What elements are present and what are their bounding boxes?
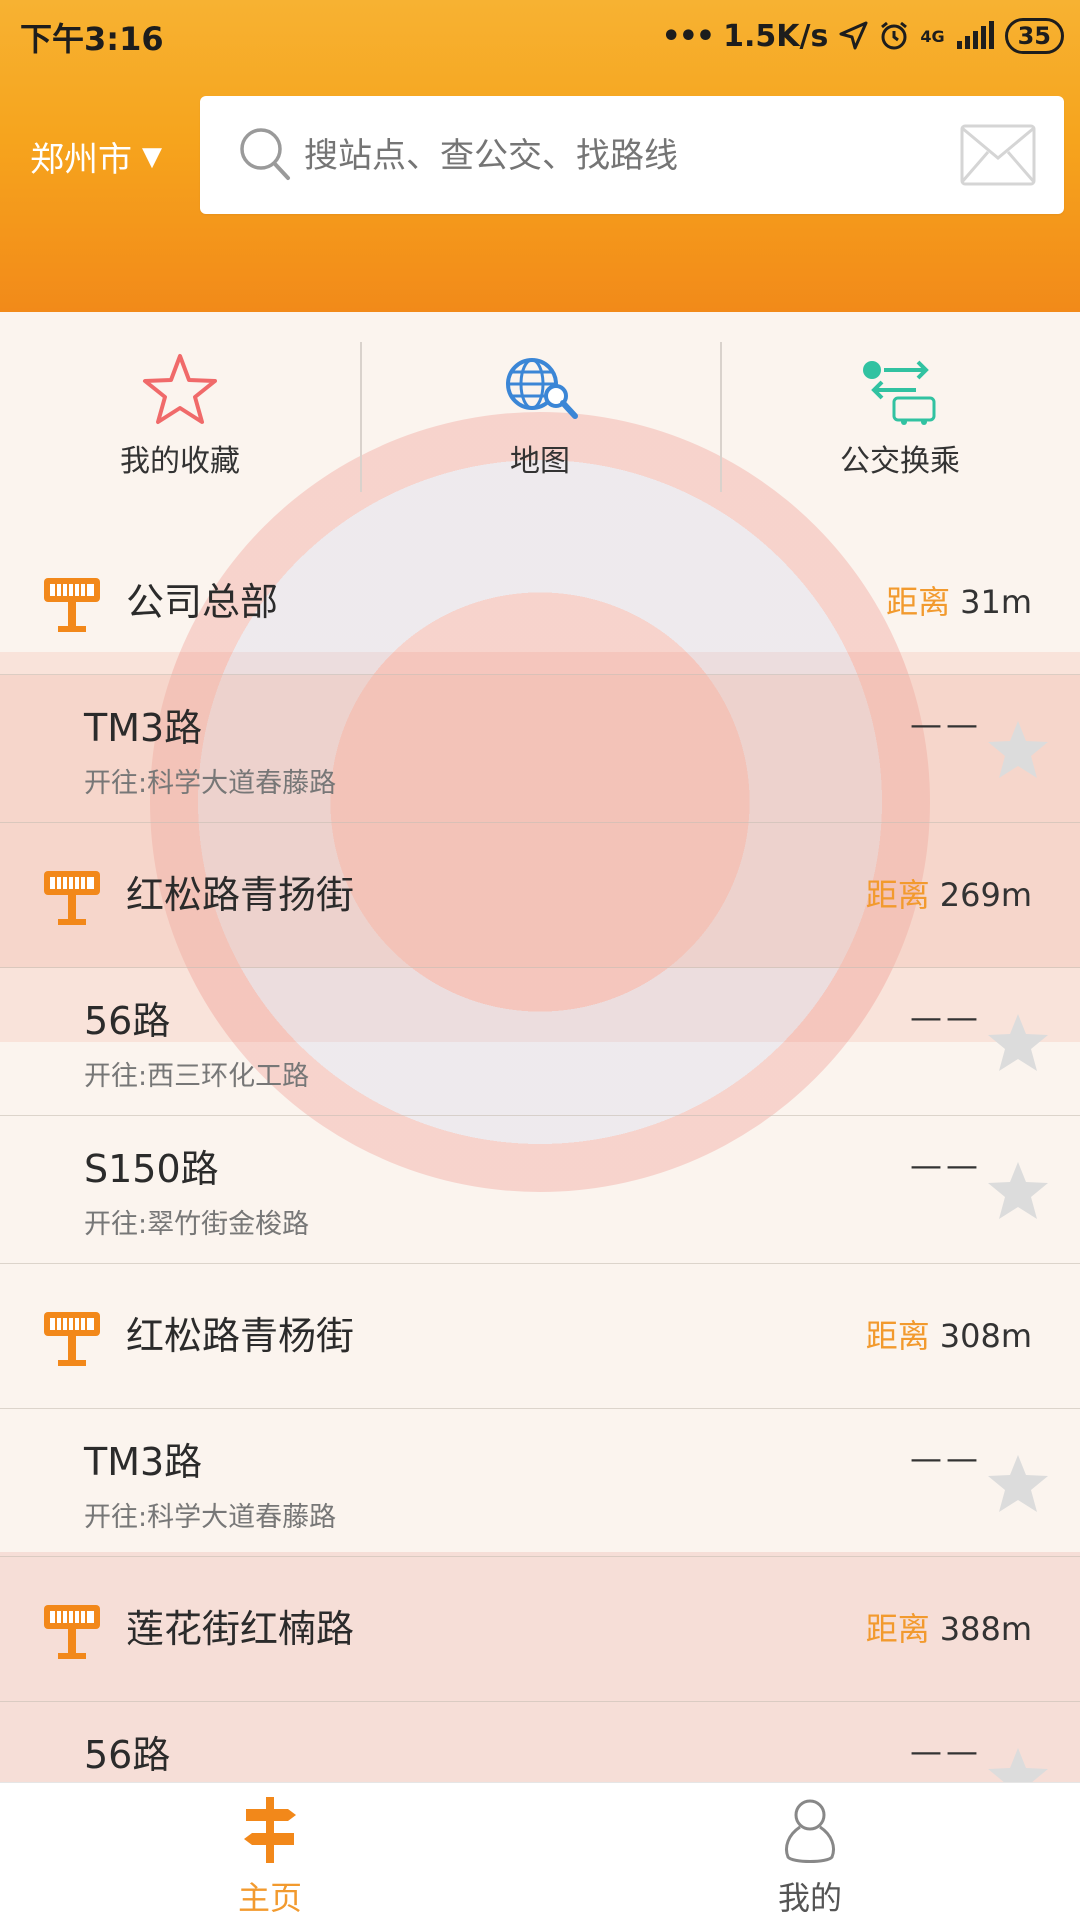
status-time: 下午3:16: [20, 20, 164, 58]
globe-search-icon: [506, 358, 578, 419]
route-name: S150路: [84, 1147, 219, 1191]
quick-transfer[interactable]: 公交换乘: [720, 312, 1080, 522]
route-row[interactable]: 56路 开往:西三环化工路 ——: [0, 968, 1080, 1116]
mail-icon[interactable]: [960, 124, 1036, 186]
nav-home[interactable]: 主页: [0, 1783, 540, 1921]
search-input[interactable]: [302, 96, 866, 216]
route-name: TM3路: [84, 706, 203, 750]
status-icons: ••• 1.5K/s 4G 35: [662, 14, 1064, 58]
route-row[interactable]: TM3路 开往:科学大道春藤路 ——: [0, 675, 1080, 823]
bus-stop-icon: [44, 871, 100, 925]
stop-name: 红松路青扬街: [126, 873, 355, 917]
stop-row[interactable]: 红松路青杨街 距离 308m: [0, 1264, 1080, 1409]
route-row[interactable]: TM3路 开往:科学大道春藤路 ——: [0, 1409, 1080, 1557]
quick-label: 地图: [510, 444, 570, 479]
arrival-time: ——: [910, 705, 982, 743]
route-name: TM3路: [84, 1440, 203, 1484]
distance-label: 距离: [865, 1610, 930, 1648]
location-arrow-icon: [839, 21, 868, 50]
signpost-icon: [244, 1797, 296, 1863]
status-bar: 下午3:16 ••• 1.5K/s 4G 35: [0, 0, 1080, 72]
city-label: 郑州市: [30, 140, 132, 180]
stop-name: 莲花街红楠路: [126, 1607, 355, 1651]
star-icon: [143, 354, 217, 424]
distance-value: 269m: [939, 876, 1032, 914]
bus-stop-icon: [44, 578, 100, 632]
quick-label: 我的收藏: [120, 444, 240, 479]
route-destination: 开往:西三环化工路: [84, 1054, 309, 1093]
caret-down-icon: ▼: [142, 141, 162, 172]
city-selector[interactable]: 郑州市 ▼: [30, 132, 162, 181]
destination-prefix: 开往:: [84, 1061, 148, 1092]
distance-value: 388m: [939, 1610, 1032, 1648]
destination-name: 西三环化工路: [147, 1061, 310, 1092]
app-header: 下午3:16 ••• 1.5K/s 4G 35 郑州市 ▼: [0, 0, 1080, 312]
destination-name: 科学大道春藤路: [147, 768, 337, 799]
destination-prefix: 开往:: [84, 768, 148, 799]
distance-label: 距离: [865, 876, 930, 914]
quick-actions: 我的收藏 地图 公交换乘: [0, 312, 1080, 522]
arrival-time: ——: [910, 1146, 982, 1184]
quick-label: 公交换乘: [840, 444, 960, 479]
nearby-stops-list: 公司总部 距离 31m TM3路 开往:科学大道春藤路 —— 红松路青扬街 距离 2…: [0, 530, 1080, 1850]
favorite-star-icon[interactable]: [986, 1453, 1050, 1515]
route-destination: 开往:科学大道春藤路: [84, 1495, 336, 1534]
bottom-nav: 主页 我的: [0, 1782, 1080, 1921]
route-name: 56路: [84, 999, 171, 1043]
nav-label: 主页: [237, 1879, 302, 1917]
arrival-time: ——: [910, 1439, 982, 1477]
stop-row[interactable]: 红松路青扬街 距离 269m: [0, 823, 1080, 968]
stop-distance: 距离 269m: [866, 823, 1032, 967]
distance-value: 308m: [939, 1317, 1032, 1355]
nav-label: 我的: [777, 1879, 842, 1917]
destination-prefix: 开往:: [84, 1209, 148, 1240]
favorite-star-icon[interactable]: [986, 719, 1050, 781]
bus-transfer-icon: [863, 360, 936, 425]
quick-favorites[interactable]: 我的收藏: [0, 312, 360, 522]
stop-distance: 距离 388m: [866, 1557, 1032, 1701]
quick-map[interactable]: 地图: [360, 312, 720, 522]
destination-prefix: 开往:: [84, 1502, 148, 1533]
arrival-time: ——: [910, 1732, 982, 1770]
stop-row[interactable]: 莲花街红楠路 距离 388m: [0, 1557, 1080, 1702]
distance-label: 距离: [886, 583, 951, 621]
divider: [360, 342, 362, 492]
destination-name: 翠竹街金梭路: [147, 1209, 310, 1240]
user-icon: [785, 1799, 835, 1863]
favorite-star-icon[interactable]: [986, 1012, 1050, 1074]
network-type: 4G: [920, 26, 945, 46]
favorite-star-icon[interactable]: [986, 1160, 1050, 1222]
stop-distance: 距离 308m: [866, 1264, 1032, 1408]
battery-indicator: 35: [1004, 18, 1064, 54]
distance-value: 31m: [960, 583, 1032, 621]
arrival-time: ——: [910, 998, 982, 1036]
stop-row[interactable]: 公司总部 距离 31m: [0, 530, 1080, 675]
search-bar[interactable]: [200, 96, 1064, 216]
distance-label: 距离: [865, 1317, 930, 1355]
bus-stop-icon: [44, 1312, 100, 1366]
route-destination: 开往:翠竹街金梭路: [84, 1202, 309, 1241]
alarm-icon: [881, 21, 908, 50]
destination-name: 科学大道春藤路: [147, 1502, 337, 1533]
route-destination: 开往:科学大道春藤路: [84, 761, 336, 800]
bus-stop-icon: [44, 1605, 100, 1659]
network-speed: 1.5K/s: [723, 18, 829, 54]
more-dots-icon: •••: [661, 18, 716, 54]
signal-icon: [956, 21, 994, 49]
nav-mine[interactable]: 我的: [540, 1783, 1080, 1921]
stop-name: 红松路青杨街: [126, 1314, 355, 1358]
route-name: 56路: [84, 1733, 171, 1777]
stop-name: 公司总部: [126, 580, 279, 624]
search-icon: [240, 128, 290, 180]
route-row[interactable]: S150路 开往:翠竹街金梭路 ——: [0, 1116, 1080, 1264]
stop-distance: 距离 31m: [886, 530, 1032, 674]
divider: [720, 342, 722, 492]
